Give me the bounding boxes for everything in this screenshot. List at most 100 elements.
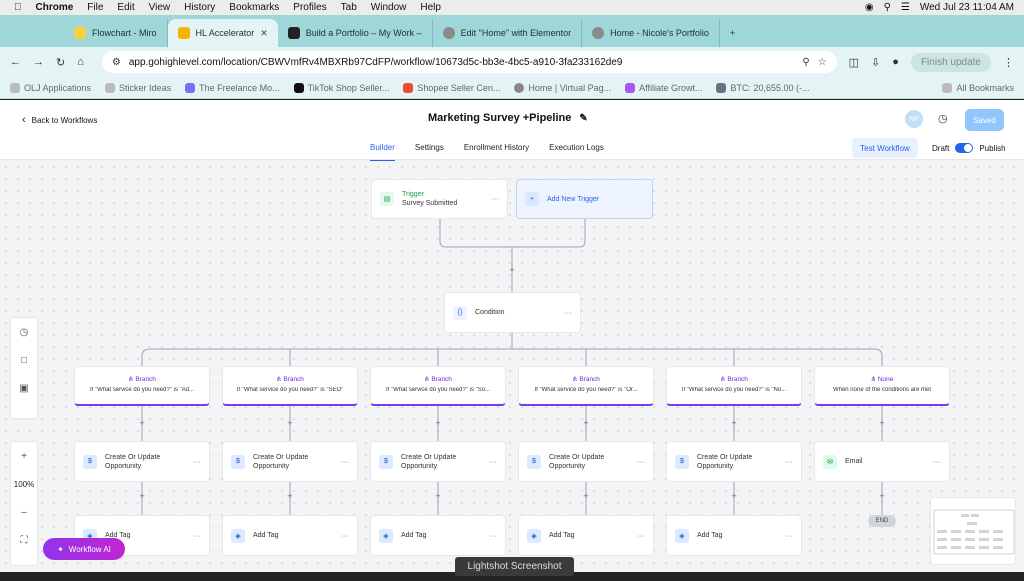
more-options-icon[interactable]: ···: [637, 531, 645, 540]
add-step-plus-icon[interactable]: +: [285, 418, 295, 428]
more-options-icon[interactable]: ···: [564, 308, 572, 317]
more-options-icon[interactable]: ···: [489, 457, 497, 466]
zoom-in-icon[interactable]: +: [21, 442, 27, 470]
email-action-node[interactable]: ✉ Email ···: [814, 441, 950, 482]
add-tag-node[interactable]: ◈ Add Tag ···: [370, 515, 506, 556]
branch-node[interactable]: ⋔ Branch If "What service do you need?" …: [222, 366, 358, 406]
control-center-icon[interactable]: ☰: [901, 2, 910, 13]
branch-node[interactable]: ⋔ Branch If "What service do you need?" …: [74, 366, 210, 406]
menu-app-name[interactable]: Chrome: [36, 2, 74, 13]
extensions-icon[interactable]: ◫: [849, 56, 859, 69]
add-step-plus-icon[interactable]: +: [507, 265, 517, 275]
opportunity-action-node[interactable]: $ Create Or Update Opportunity ···: [518, 441, 654, 482]
branch-node[interactable]: ⋔ Branch If "What service do you need?" …: [666, 366, 802, 406]
add-step-plus-icon[interactable]: +: [137, 418, 147, 428]
add-new-trigger-button[interactable]: + Add New Trigger: [516, 179, 653, 219]
new-tab-button[interactable]: +: [720, 19, 745, 47]
bookmark-item[interactable]: Shopee Seller Cen...: [403, 82, 500, 93]
test-workflow-button[interactable]: Test Workflow: [852, 138, 918, 158]
bookmark-item[interactable]: Affiliate Growt...: [625, 82, 702, 93]
branch-node[interactable]: ⋔ Branch If "What service do you need?" …: [370, 366, 506, 406]
more-options-icon[interactable]: ···: [193, 531, 201, 540]
finish-update-button[interactable]: Finish update: [910, 52, 991, 72]
browser-tab[interactable]: Build a Portfolio – My Work –: [278, 19, 433, 47]
comment-icon[interactable]: □: [21, 346, 27, 374]
more-options-icon[interactable]: ···: [489, 531, 497, 540]
workflow-canvas[interactable]: ▤ Trigger Survey Submitted ··· + Add New…: [0, 161, 1024, 572]
trigger-node[interactable]: ▤ Trigger Survey Submitted ···: [371, 179, 508, 219]
home-icon[interactable]: ⌂: [77, 56, 84, 68]
tab-enrollment-history[interactable]: Enrollment History: [464, 143, 529, 162]
menu-file[interactable]: File: [87, 2, 103, 13]
add-step-plus-icon[interactable]: +: [137, 491, 147, 501]
menu-edit[interactable]: Edit: [117, 2, 134, 13]
tab-execution-logs[interactable]: Execution Logs: [549, 143, 604, 162]
bookmark-item[interactable]: The Freelance Mo...: [185, 82, 280, 93]
pencil-icon[interactable]: ✎: [579, 113, 587, 124]
bookmark-item[interactable]: Home | Virtual Pag...: [514, 82, 611, 93]
bookmark-item[interactable]: Sticker Ideas: [105, 82, 171, 93]
fit-view-icon[interactable]: ⛶: [21, 526, 28, 554]
bookmark-item[interactable]: OLJ Applications: [10, 82, 91, 93]
close-icon[interactable]: ✕: [260, 28, 268, 39]
menu-bookmarks[interactable]: Bookmarks: [229, 2, 279, 13]
add-step-plus-icon[interactable]: +: [285, 491, 295, 501]
add-tag-node[interactable]: ◈ Add Tag ···: [222, 515, 358, 556]
history-icon[interactable]: ◷: [20, 318, 29, 346]
bookmark-item[interactable]: BTC: 20,655.00 (-...: [716, 82, 810, 93]
menu-help[interactable]: Help: [420, 2, 441, 13]
workflow-title[interactable]: Marketing Survey +Pipeline ✎: [428, 112, 588, 124]
bookmark-item[interactable]: TikTok Shop Seller...: [293, 82, 389, 93]
zoom-icon[interactable]: ⚲: [802, 57, 809, 68]
saved-button[interactable]: Saved: [965, 109, 1004, 131]
search-icon[interactable]: ⚲: [884, 2, 891, 13]
menu-profiles[interactable]: Profiles: [293, 2, 326, 13]
workflow-ai-button[interactable]: ✦ Workflow AI: [43, 538, 125, 560]
more-options-icon[interactable]: ···: [785, 457, 793, 466]
more-options-icon[interactable]: ···: [341, 457, 349, 466]
more-options-icon[interactable]: ···: [785, 531, 793, 540]
add-step-plus-icon[interactable]: +: [581, 418, 591, 428]
more-options-icon[interactable]: ···: [341, 531, 349, 540]
back-arrow-icon[interactable]: ←: [10, 56, 21, 68]
add-step-plus-icon[interactable]: +: [729, 491, 739, 501]
browser-tab[interactable]: Home - Nicole's Portfolio: [582, 19, 720, 47]
add-step-plus-icon[interactable]: +: [729, 418, 739, 428]
all-bookmarks[interactable]: All Bookmarks: [942, 82, 1014, 93]
more-options-icon[interactable]: ···: [933, 457, 941, 466]
menu-tab[interactable]: Tab: [341, 2, 357, 13]
back-to-workflows-link[interactable]: ‹ Back to Workflows: [22, 114, 97, 126]
add-step-plus-icon[interactable]: +: [581, 491, 591, 501]
download-icon[interactable]: ⇩: [871, 56, 880, 69]
more-options-icon[interactable]: ···: [193, 457, 201, 466]
add-step-plus-icon[interactable]: +: [433, 418, 443, 428]
reload-icon[interactable]: ↻: [56, 56, 65, 69]
clock[interactable]: Wed Jul 23 11:04 AM: [920, 2, 1014, 13]
menu-view[interactable]: View: [149, 2, 171, 13]
menu-history[interactable]: History: [184, 2, 215, 13]
profile-avatar[interactable]: ●: [892, 56, 899, 68]
add-tag-node[interactable]: ◈ Add Tag ···: [518, 515, 654, 556]
add-step-plus-icon[interactable]: +: [877, 418, 887, 428]
add-step-plus-icon[interactable]: +: [877, 491, 887, 501]
more-options-icon[interactable]: ···: [637, 457, 645, 466]
note-icon[interactable]: ▣: [19, 374, 28, 402]
browser-tab[interactable]: Edit "Home" with Elementor: [433, 19, 583, 47]
browser-tab[interactable]: Flowchart - Miro: [64, 19, 168, 47]
menu-window[interactable]: Window: [371, 2, 407, 13]
add-step-plus-icon[interactable]: +: [433, 491, 443, 501]
minimap[interactable]: [930, 497, 1016, 565]
history-icon[interactable]: ◷: [938, 112, 948, 125]
opportunity-action-node[interactable]: $ Create Or Update Opportunity ···: [222, 441, 358, 482]
none-branch-node[interactable]: ⋔ None When none of the conditions are m…: [814, 366, 950, 406]
apple-icon[interactable]: : [14, 2, 22, 13]
address-bar[interactable]: ⚙ app.gohighlevel.com/location/CBWVmfRv4…: [101, 51, 837, 73]
browser-tab-active[interactable]: HL Accelerator ✕: [167, 19, 278, 47]
site-settings-icon[interactable]: ⚙: [112, 57, 121, 68]
opportunity-action-node[interactable]: $ Create Or Update Opportunity ···: [370, 441, 506, 482]
opportunity-action-node[interactable]: $ Create Or Update Opportunity ···: [74, 441, 210, 482]
star-icon[interactable]: ☆: [818, 57, 827, 68]
tab-builder[interactable]: Builder: [370, 143, 395, 162]
more-options-icon[interactable]: ···: [491, 195, 499, 204]
branch-node[interactable]: ⋔ Branch If "What service do you need?" …: [518, 366, 654, 406]
